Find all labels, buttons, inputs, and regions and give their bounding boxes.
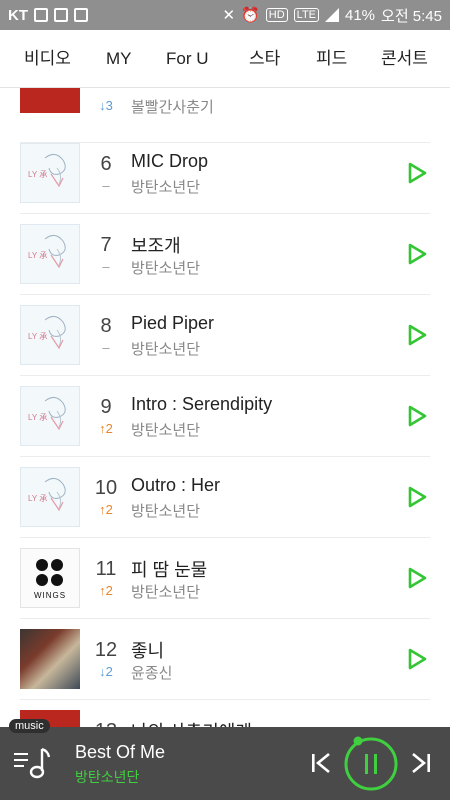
chart-list[interactable]: ↓3 볼빨간사춘기 LY 承 6– MIC Drop 방탄소년단 LY 承 7– 보조개 방탄… [0, 88, 450, 727]
artist-name: 방탄소년단 [131, 503, 201, 520]
rank-change: ↑2 [99, 502, 113, 517]
album-thumbnail: LY 承 [20, 467, 80, 527]
alarm-icon: ⏰ [241, 7, 260, 24]
signal-icon [325, 8, 339, 22]
artist-name: 윤종신 [131, 665, 173, 682]
album-cover-text: LY 承 [28, 170, 48, 179]
album-thumbnail: WINGS [20, 548, 80, 608]
previous-track-button[interactable] [310, 751, 332, 775]
list-item[interactable]: WINGS 11 ↑2 피 땀 눈물방탄소년단 [0, 538, 450, 619]
album-cover-text: LY 承 [28, 413, 48, 422]
album-thumbnail: LY 承 [20, 143, 80, 203]
next-track-button[interactable] [410, 751, 432, 775]
play-icon[interactable] [406, 243, 428, 265]
tab-my[interactable]: MY [106, 30, 132, 88]
album-cover-text: LY 承 [28, 494, 48, 503]
list-item[interactable]: LY 承 10 ↑2 Outro : Her 방탄소년단 [0, 457, 450, 538]
battery-percent: 41% [345, 6, 376, 24]
rank-change: ↑2 [99, 583, 113, 598]
song-title: 나의 사춘기에게 [131, 718, 252, 727]
rank-number: 12 [94, 639, 118, 661]
artist-name: 방탄소년단 [131, 584, 201, 601]
now-playing-artist: 방탄소년단 [75, 769, 140, 785]
song-title: Pied Piper [131, 313, 215, 333]
album-thumbnail: LY 承 [20, 305, 80, 365]
rank-number: 9 [100, 396, 112, 418]
clock: 오전 5:45 [381, 7, 442, 25]
album-thumbnail [20, 629, 80, 689]
screen-cast-icon [34, 8, 48, 22]
tab-star[interactable]: 스타 [249, 30, 280, 88]
tab-feed[interactable]: 피드 [316, 30, 347, 88]
song-title: MIC Drop [131, 151, 209, 171]
play-icon[interactable] [406, 567, 428, 589]
rank-number: 13 [90, 720, 122, 727]
artist-name: 방탄소년단 [131, 422, 201, 439]
list-item[interactable]: LY 承 6 – MIC Drop 방탄소년단 [0, 133, 450, 214]
hd-voice-icon: HD [265, 8, 288, 22]
play-icon[interactable] [406, 162, 428, 184]
list-item[interactable]: LY 承 9 ↑2 Intro : Serendipity 방탄소년단 [0, 376, 450, 457]
rank-number: 8 [100, 315, 112, 337]
network-type: LTE [293, 8, 319, 22]
tab-video[interactable]: 비디오 [24, 30, 71, 88]
artist-name: 방탄소년단 [131, 341, 201, 358]
mute-icon: ✕ [222, 7, 236, 24]
song-title: Intro : Serendipity [131, 394, 273, 414]
album-thumbnail [20, 88, 80, 113]
rank-change: ↓2 [99, 664, 113, 679]
app-notification-icon [54, 8, 68, 22]
artist-name: 방탄소년단 [131, 260, 201, 277]
carrier-label: KT [8, 6, 28, 24]
list-item[interactable]: LY 承 8 – Pied Piper 방탄소년단 [0, 295, 450, 376]
song-title: 좋니 [131, 641, 165, 661]
song-title: Outro : Her [131, 475, 221, 495]
rank-number: 7 [100, 234, 112, 256]
rank-number: 6 [100, 153, 112, 175]
play-icon[interactable] [406, 486, 428, 508]
rank-change: – [102, 340, 110, 355]
play-icon[interactable] [406, 324, 428, 346]
play-icon[interactable] [406, 405, 428, 427]
play-icon[interactable] [406, 648, 428, 670]
album-cover-text: LY 承 [28, 251, 48, 260]
artist-name: 볼빨간사춘기 [131, 99, 214, 116]
now-playing-title: Best Of Me [75, 742, 166, 762]
tab-concert[interactable]: 콘서트 [381, 30, 428, 88]
rank-number: 11 [95, 558, 117, 580]
tab-for-u[interactable]: For U [166, 30, 209, 88]
rank-change: ↓3 [99, 98, 113, 113]
pause-button[interactable] [342, 735, 400, 793]
list-item[interactable]: 13 나의 사춘기에게 [0, 700, 450, 727]
mini-player[interactable]: music Best Of Me 방탄소년단 [0, 719, 450, 800]
list-item[interactable]: ↓3 볼빨간사춘기 [0, 88, 450, 143]
album-cover-text: WINGS [33, 591, 67, 600]
playlist-menu-icon[interactable] [12, 743, 52, 783]
rank-change: – [102, 178, 110, 193]
album-cover-text: LY 承 [28, 332, 48, 341]
status-bar: KT ✕ ⏰ HD LTE 41% 오전 5:45 [0, 0, 450, 30]
album-thumbnail: LY 承 [20, 386, 80, 446]
music-badge: music [9, 719, 50, 733]
list-item[interactable]: LY 承 7 – 보조개방탄소년단 [0, 214, 450, 295]
list-item[interactable]: 12 ↓2 좋니윤종신 [0, 619, 450, 700]
artist-name: 방탄소년단 [131, 179, 201, 196]
song-title: 피 땀 눈물 [131, 560, 208, 580]
rank-change: ↑2 [99, 421, 113, 436]
album-thumbnail: LY 承 [20, 224, 80, 284]
rank-number: 10 [94, 477, 118, 499]
image-notification-icon [74, 8, 88, 22]
song-title: 보조개 [131, 236, 181, 256]
category-tab-bar: 비디오 MY For U 스타 피드 콘서트 [0, 30, 450, 88]
rank-change: – [102, 259, 110, 274]
